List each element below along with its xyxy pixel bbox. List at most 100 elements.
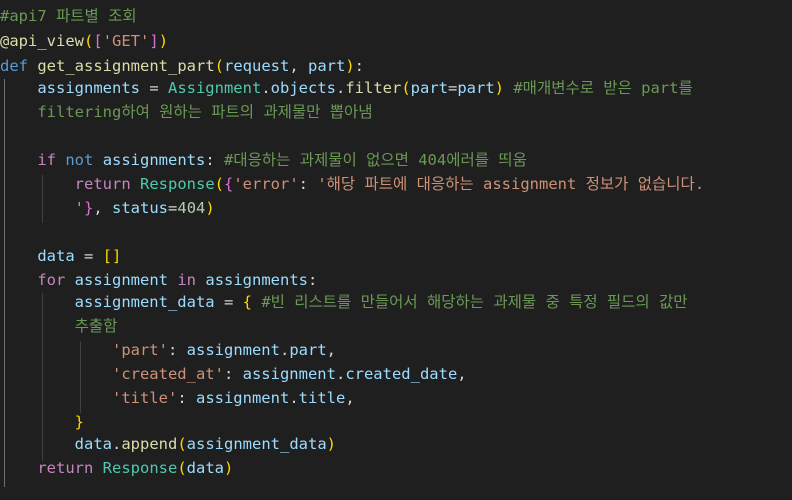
code-line[interactable]: 'part': assignment.part,	[0, 339, 336, 362]
code-line[interactable]: #api7 파트별 조회	[0, 5, 137, 28]
code-line[interactable]: 추출함	[0, 315, 118, 338]
code-token: part	[410, 79, 448, 97]
code-token: assignments	[205, 271, 309, 289]
code-token: status	[112, 199, 169, 217]
code-token: Response	[140, 175, 215, 193]
code-token: get_assignment_part	[37, 57, 215, 75]
code-token: (	[401, 79, 411, 97]
code-token: assignment_data	[186, 435, 327, 453]
code-token: objects	[270, 79, 336, 97]
code-line[interactable]: for assignment in assignments:	[0, 269, 317, 292]
code-token: 'part'	[111, 341, 168, 359]
code-token: )	[345, 57, 355, 75]
code-token: =	[139, 79, 168, 97]
code-token: :	[177, 389, 196, 407]
code-line[interactable]: 'created_at': assignment.created_date,	[0, 363, 467, 386]
code-token: :	[308, 271, 318, 289]
code-token: (	[214, 57, 224, 75]
code-token: for	[37, 271, 66, 289]
code-token: ,	[457, 365, 467, 383]
code-token: ,	[345, 389, 355, 407]
code-token: assignment_data	[74, 293, 215, 311]
code-line[interactable]: return Response({'error': '해당 파트에 대응하는 a…	[0, 173, 705, 196]
code-token: part	[289, 341, 327, 359]
code-line[interactable]: filtering하여 원하는 파트의 과제물만 뽑아냄	[0, 101, 372, 124]
code-token: :	[167, 341, 187, 359]
code-token: Assignment	[167, 79, 262, 97]
code-token: =	[448, 79, 458, 97]
code-token: filter	[345, 79, 402, 97]
code-token: ,	[289, 57, 308, 75]
code-token: {	[224, 175, 234, 193]
code-token: '해당 파트에 대응하는 assignment 정보가 없습니다.	[317, 175, 705, 193]
code-token: =	[74, 247, 103, 265]
code-token: []	[102, 247, 122, 265]
code-token: @api_view	[0, 32, 84, 50]
code-line[interactable]: assignment_data = { #빈 리스트를 만들어서 해당하는 과제…	[0, 291, 688, 314]
code-token: :	[205, 151, 225, 169]
code-token: not	[65, 151, 94, 169]
code-editor[interactable]: #api7 파트별 조회 @api_view(['GET']) def get_as…	[0, 0, 792, 500]
code-token: (	[214, 175, 224, 193]
code-token: part	[457, 79, 495, 97]
code-line[interactable]: def get_assignment_part(request, part):	[0, 55, 364, 78]
code-token: in	[177, 271, 197, 289]
code-token: :	[354, 57, 365, 75]
code-token: 'error'	[233, 175, 299, 193]
code-token: .	[289, 389, 299, 407]
code-token: )	[158, 32, 169, 50]
code-token: =	[168, 199, 178, 217]
code-token: .	[335, 365, 346, 383]
code-token: ,	[326, 341, 336, 359]
code-token: =	[214, 293, 243, 311]
code-line[interactable]: assignments = Assignment.objects.filter(…	[0, 77, 693, 100]
code-token: #매개변수로 받은 part를	[504, 79, 693, 97]
code-line[interactable]: if not assignments: #대응하는 과제물이 없으면 404에러…	[0, 149, 527, 172]
code-token: :	[298, 175, 318, 193]
code-token: assignment	[195, 389, 290, 407]
code-line[interactable]: }	[0, 411, 84, 434]
code-line[interactable]: '}, status=404)	[0, 197, 215, 220]
code-token: }	[74, 413, 84, 431]
code-line[interactable]: data = []	[0, 245, 121, 268]
code-line[interactable]: data.append(assignment_data)	[0, 433, 336, 456]
code-line[interactable]: return Response(data)	[0, 457, 233, 480]
code-line[interactable]: 'title': assignment.title,	[0, 387, 355, 410]
code-token: data	[37, 247, 75, 265]
code-token: )	[326, 435, 336, 453]
code-token: 추출함	[74, 317, 118, 335]
code-token: #api7 파트별 조회	[0, 7, 137, 25]
code-token: .	[335, 79, 346, 97]
code-token: )	[224, 459, 234, 477]
code-line[interactable]: @api_view(['GET'])	[0, 30, 168, 53]
code-token: (	[84, 32, 94, 50]
code-token: title	[298, 389, 346, 407]
code-token: #대응하는 과제물이 없으면 404에러를 띄움	[224, 151, 527, 169]
code-token: ]	[149, 32, 159, 50]
code-token: )	[205, 199, 215, 217]
code-token: part	[308, 57, 346, 75]
code-token: .	[261, 79, 271, 97]
code-token: return	[74, 175, 131, 193]
code-token: data	[186, 459, 224, 477]
code-token: '	[74, 199, 84, 217]
code-token: }	[84, 199, 94, 217]
code-token: return	[37, 459, 94, 477]
